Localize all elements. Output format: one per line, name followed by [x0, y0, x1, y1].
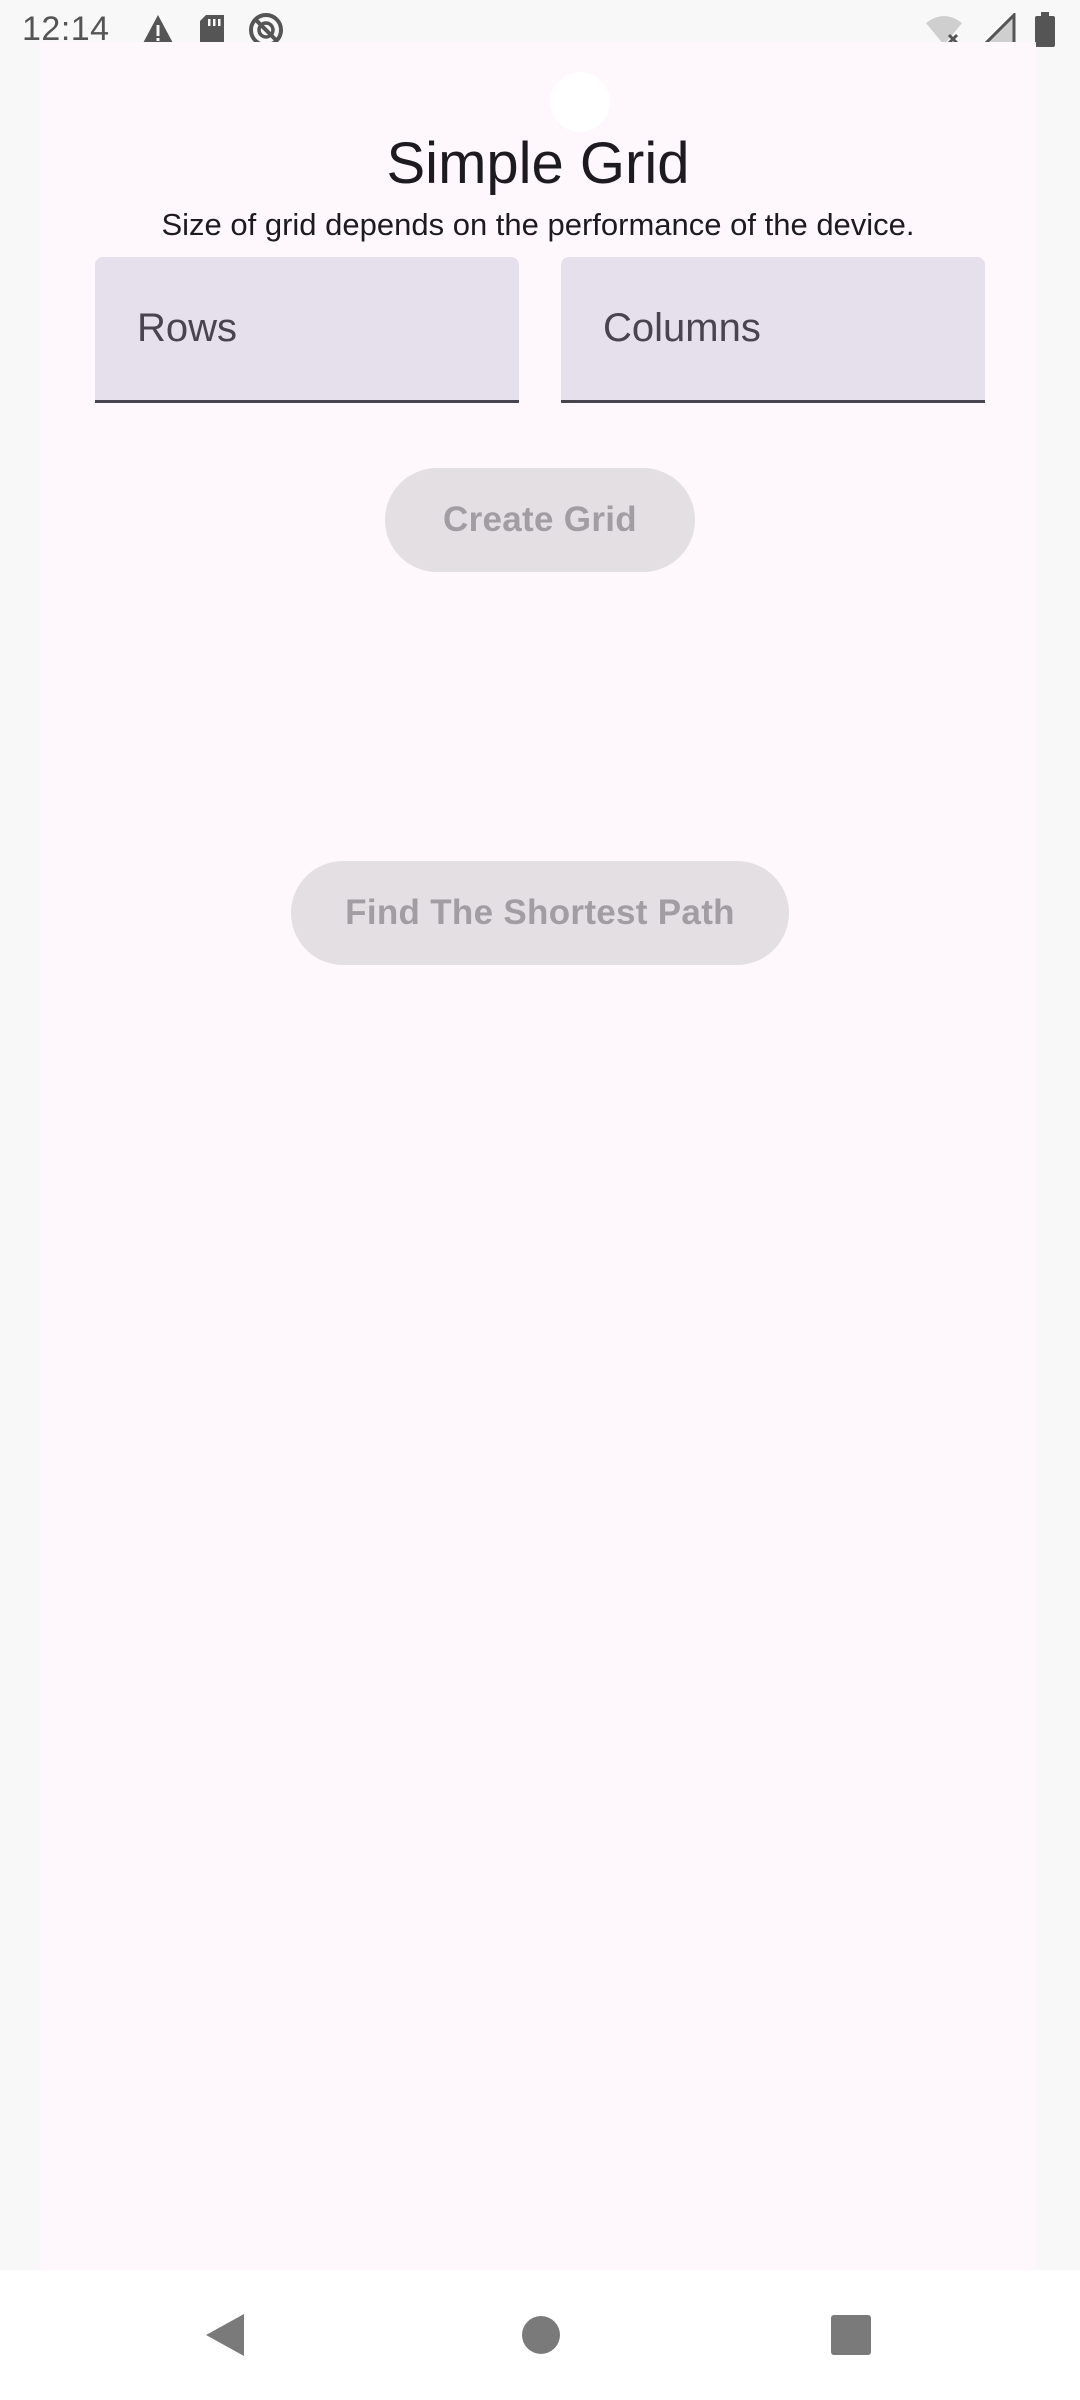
rows-field[interactable] [95, 257, 519, 403]
rows-input[interactable] [95, 257, 519, 400]
page-subtitle: Size of grid depends on the performance … [161, 207, 915, 242]
create-grid-button[interactable]: Create Grid [385, 468, 695, 572]
app-surface: Simple Grid Size of grid depends on the … [40, 42, 1036, 2270]
home-icon[interactable] [521, 2315, 561, 2360]
battery-icon [1034, 12, 1056, 48]
columns-input[interactable] [561, 257, 985, 400]
navigation-bar [0, 2270, 1080, 2400]
back-icon[interactable] [204, 2312, 246, 2363]
page-title: Simple Grid [386, 131, 690, 196]
find-shortest-path-button[interactable]: Find The Shortest Path [291, 861, 789, 965]
recents-icon[interactable] [830, 2314, 872, 2361]
columns-field[interactable] [561, 257, 985, 403]
camera-cutout [550, 72, 610, 132]
screen: 12:14 Simple Grid Size of grid depends o… [0, 0, 1080, 2400]
